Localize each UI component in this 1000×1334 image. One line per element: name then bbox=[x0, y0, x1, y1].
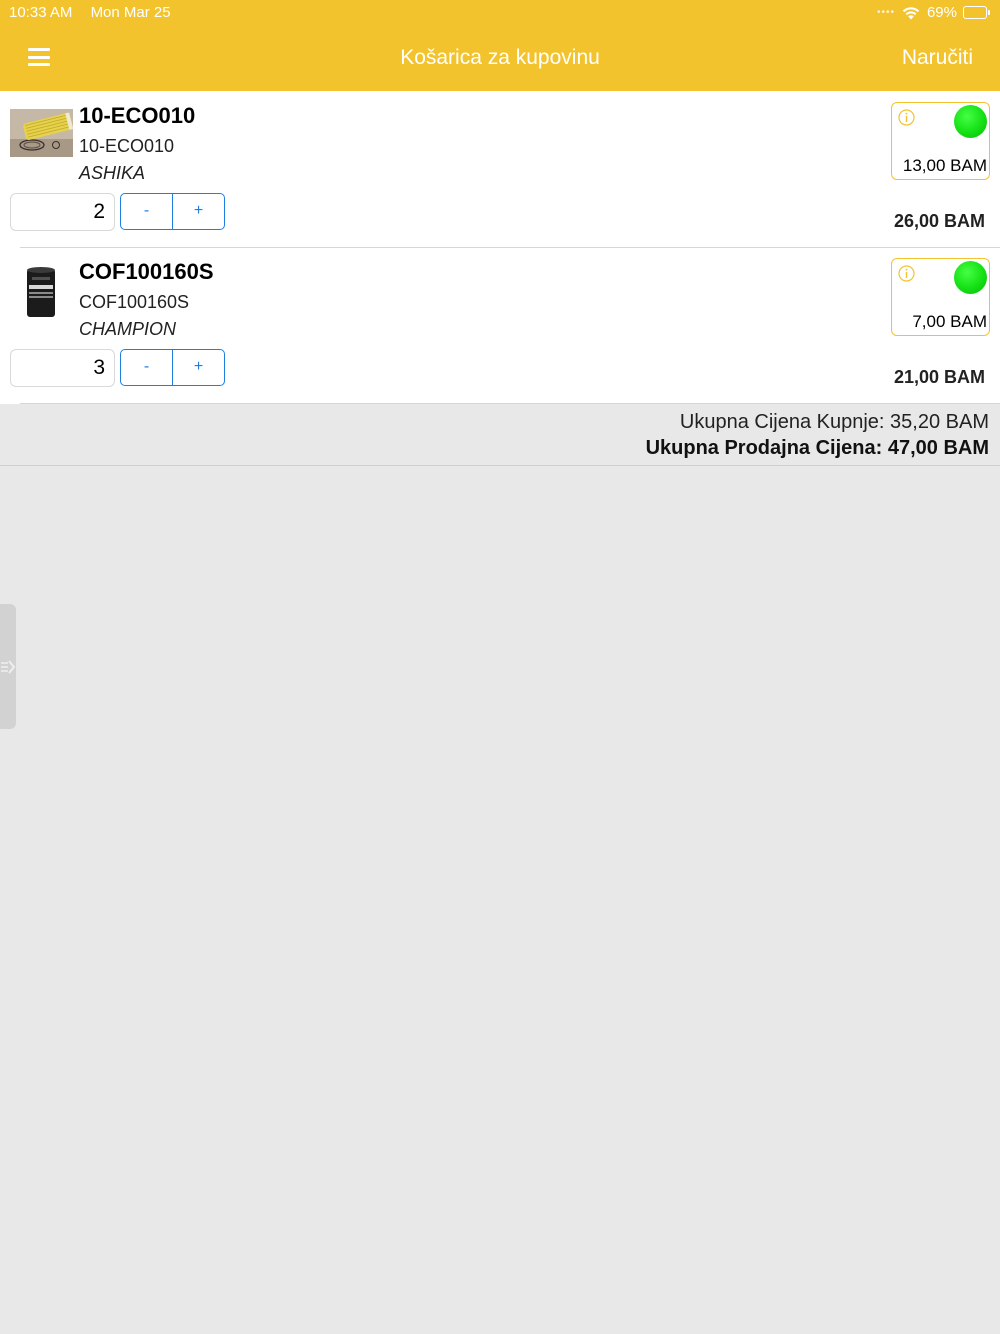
product-code: COF100160S bbox=[79, 292, 190, 312]
cart-item[interactable]: COF100160S COF100160S CHAMPION 3 - + 7,0… bbox=[0, 247, 1000, 403]
info-icon[interactable] bbox=[898, 265, 915, 282]
navigation-bar: 10:33 AM Mon Mar 25 •••• 69% Košarica za… bbox=[0, 0, 1000, 91]
cart-list: 10-ECO010 10-ECO010 ASHIKA 2 - + 13,00 B… bbox=[0, 91, 1000, 404]
wifi-icon bbox=[902, 6, 920, 19]
purchase-total-row: Ukupna Cijena Kupnje: 35,20 BAM bbox=[680, 411, 989, 434]
info-icon[interactable] bbox=[898, 109, 915, 126]
battery-percent: 69% bbox=[926, 4, 957, 21]
stock-status-indicator bbox=[954, 105, 987, 138]
line-total: 21,00 BAM bbox=[893, 367, 985, 387]
side-drawer-handle[interactable] bbox=[0, 604, 16, 729]
unit-price: 13,00 BAM bbox=[902, 156, 987, 175]
product-brand: ASHIKA bbox=[79, 163, 146, 183]
status-date: Mon Mar 25 bbox=[90, 4, 171, 21]
decrement-button[interactable]: - bbox=[121, 194, 172, 229]
product-thumbnail bbox=[10, 109, 73, 157]
product-name: 10-ECO010 bbox=[79, 103, 196, 128]
quantity-field[interactable]: 3 bbox=[10, 349, 115, 387]
unit-price-box: 13,00 BAM bbox=[891, 102, 990, 180]
decrement-button[interactable]: - bbox=[121, 350, 172, 385]
quantity-field[interactable]: 2 bbox=[10, 193, 115, 231]
sale-total-label: Ukupna Prodajna Cijena: bbox=[645, 437, 883, 459]
stock-status-indicator bbox=[954, 261, 987, 294]
product-name: COF100160S bbox=[79, 259, 214, 284]
product-thumbnail bbox=[10, 265, 73, 317]
signal-icon: •••• bbox=[876, 7, 895, 18]
increment-button[interactable]: + bbox=[172, 350, 224, 385]
status-bar-right: •••• 69% bbox=[877, 4, 990, 21]
status-time: 10:33 AM bbox=[9, 4, 73, 21]
battery-icon bbox=[963, 6, 990, 19]
product-brand: CHAMPION bbox=[79, 319, 177, 339]
quantity-stepper: - + bbox=[120, 193, 225, 230]
unit-price: 7,00 BAM bbox=[912, 312, 987, 331]
increment-button[interactable]: + bbox=[172, 194, 224, 229]
page-title: Košarica za kupovinu bbox=[400, 46, 600, 69]
cart-totals: Ukupna Cijena Kupnje: 35,20 BAM Ukupna P… bbox=[0, 404, 1000, 466]
quantity-stepper: - + bbox=[120, 349, 225, 386]
sale-total-row: Ukupna Prodajna Cijena: 47,00 BAM bbox=[646, 437, 989, 460]
status-bar-left: 10:33 AM Mon Mar 25 bbox=[9, 4, 171, 21]
cart-item[interactable]: 10-ECO010 10-ECO010 ASHIKA 2 - + 13,00 B… bbox=[0, 91, 1000, 247]
unit-price-box: 7,00 BAM bbox=[891, 258, 990, 336]
order-button[interactable]: Naručiti bbox=[902, 46, 973, 70]
line-total: 26,00 BAM bbox=[893, 211, 985, 231]
purchase-total-label: Ukupna Cijena Kupnje: bbox=[679, 411, 885, 433]
product-code: 10-ECO010 bbox=[79, 136, 175, 156]
arrow-right-icon bbox=[1, 660, 15, 674]
purchase-total-value: 35,20 BAM bbox=[890, 411, 989, 433]
sale-total-value: 47,00 BAM bbox=[887, 437, 989, 459]
